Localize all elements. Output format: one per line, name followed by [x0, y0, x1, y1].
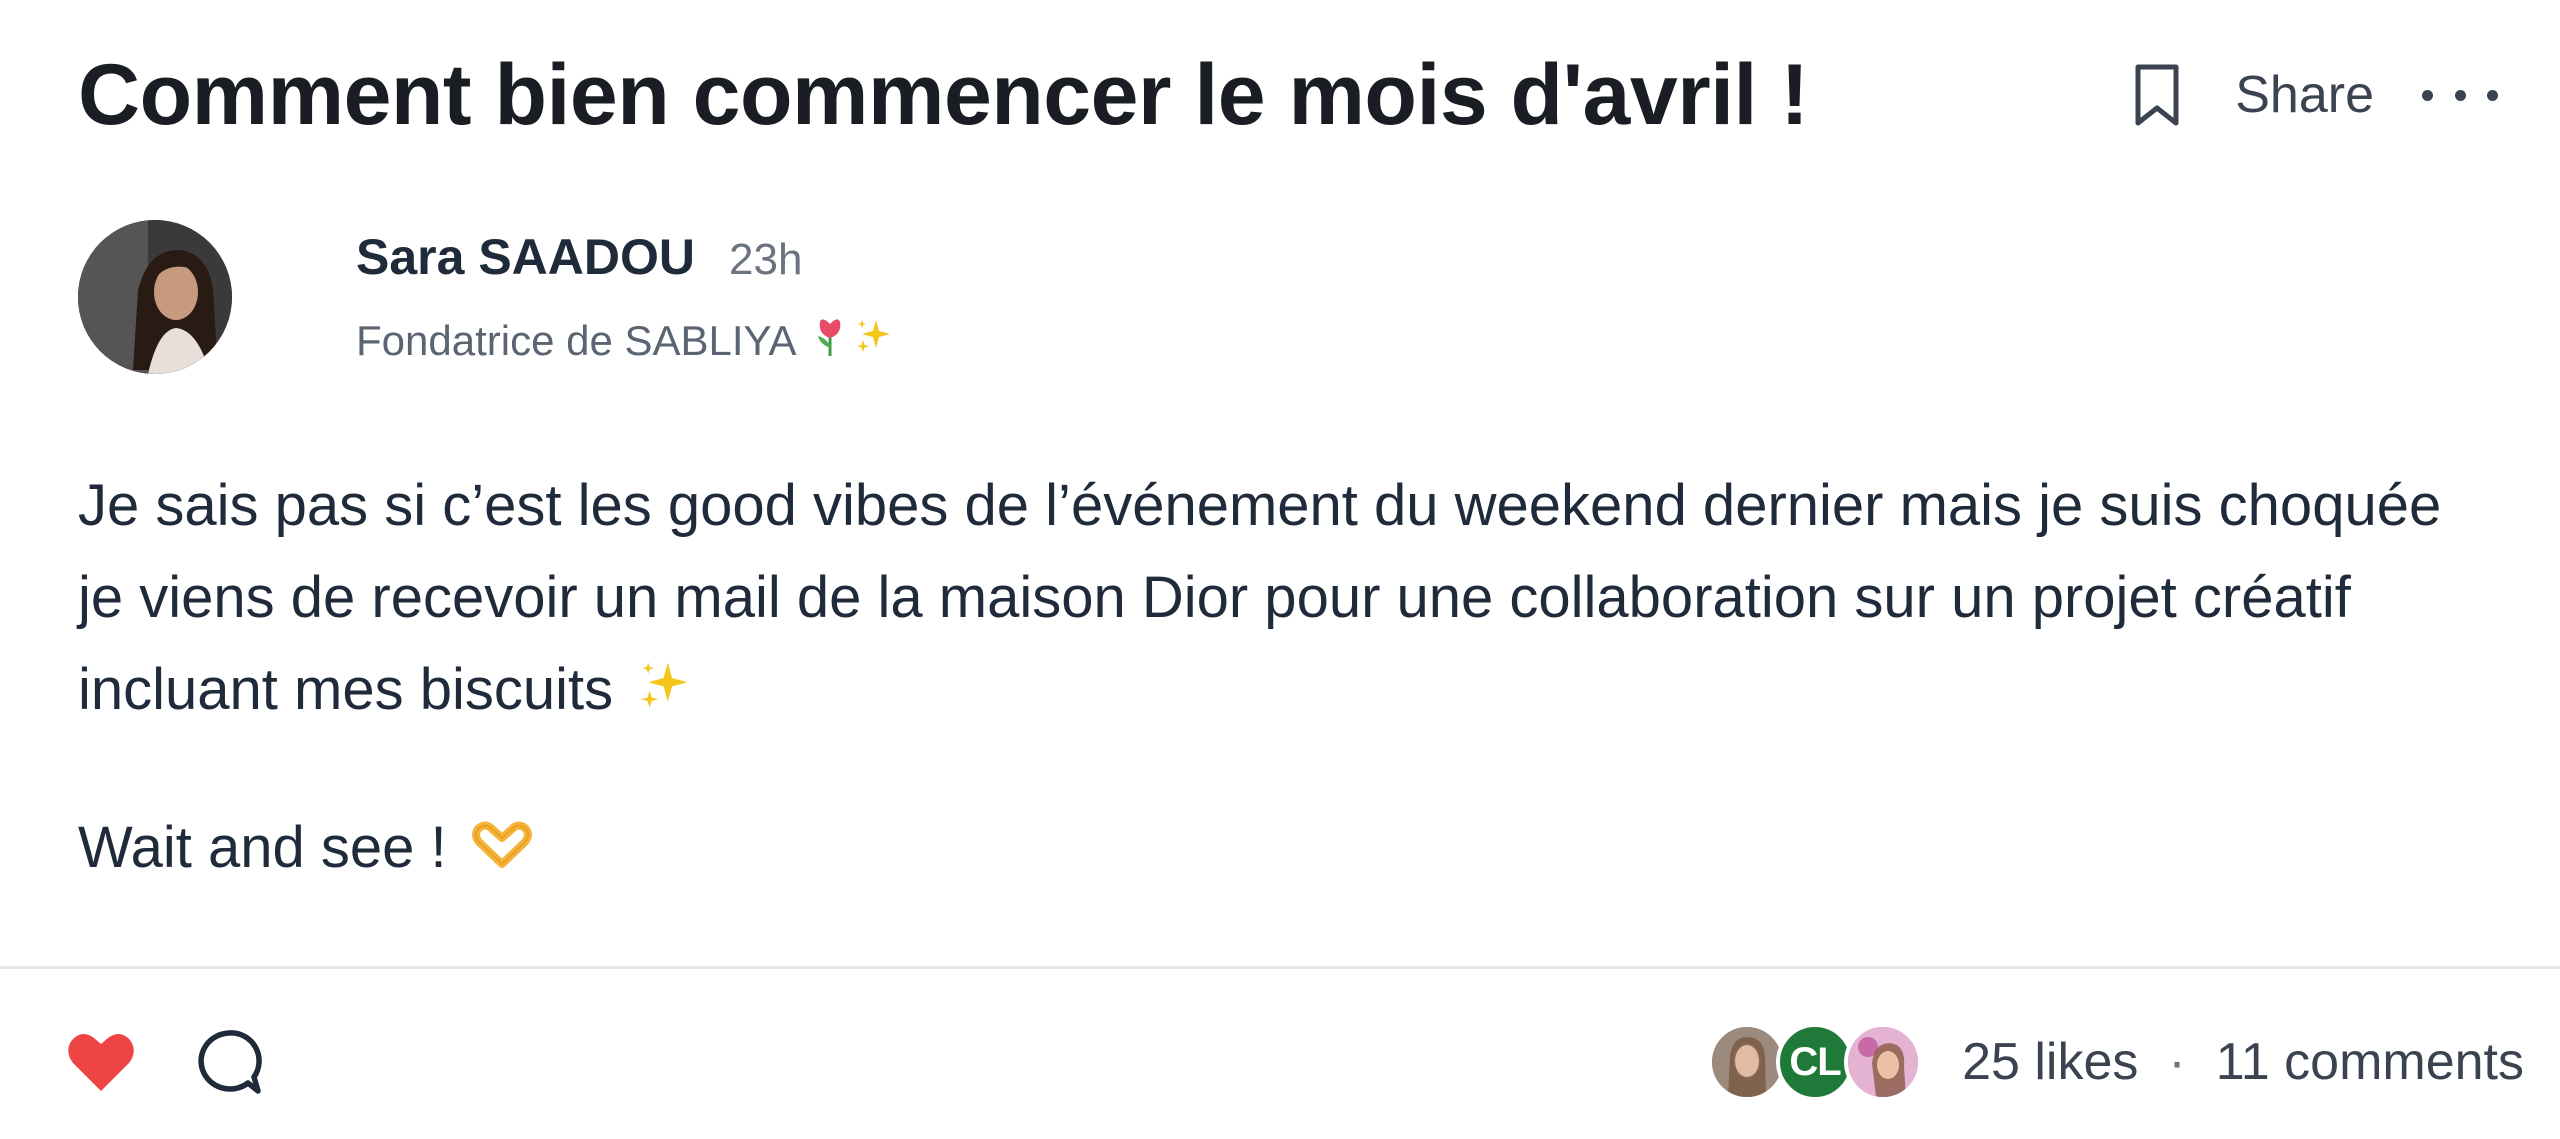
author-block: Sara SAADOU 23h Fondatrice de SABLIYA [78, 220, 894, 380]
more-options-button[interactable] [2422, 75, 2498, 115]
engagement-counts: 25 likes · 11 comments [1962, 1032, 2524, 1092]
more-dot [2487, 89, 2498, 101]
post-paragraph-text: Wait and see ! [78, 814, 447, 880]
comments-count[interactable]: 11 comments [2216, 1032, 2524, 1092]
author-avatar[interactable] [78, 220, 232, 374]
post-body: Je sais pas si c’est les good vibes de l… [78, 460, 2498, 897]
author-name[interactable]: Sara SAADOU [356, 228, 695, 286]
tulip-icon [810, 314, 850, 368]
more-dot [2454, 89, 2466, 101]
engagement-summary: CL 25 likes · 11 comments [1708, 1023, 2524, 1101]
heart-hands-icon [471, 805, 533, 897]
liker-avatars[interactable]: CL [1708, 1023, 1923, 1101]
author-role: Fondatrice de SABLIYA [356, 314, 894, 368]
liker-avatar: CL [1776, 1023, 1855, 1101]
likes-count[interactable]: 25 likes [1962, 1032, 2138, 1092]
liker-initials: CL [1789, 1039, 1841, 1084]
post-title: Comment bien commencer le mois d'avril ! [78, 46, 1809, 143]
header-actions: Share [2127, 60, 2498, 130]
footer-divider [0, 966, 2560, 969]
post-paragraph-text: Je sais pas si c’est les good vibes de l… [78, 473, 2442, 722]
sparkles-icon [854, 316, 894, 366]
author-name-line: Sara SAADOU 23h [356, 228, 894, 286]
like-button[interactable] [64, 1027, 138, 1097]
bookmark-icon [2135, 64, 2179, 126]
sparkles-icon [637, 648, 693, 740]
post-card: Comment bien commencer le mois d'avril !… [0, 0, 2560, 1139]
heart-icon [68, 1033, 134, 1091]
liker-avatar [1844, 1023, 1923, 1101]
more-dot [2422, 89, 2433, 101]
share-button[interactable]: Share [2235, 65, 2374, 125]
avatar-photo [78, 220, 232, 374]
post-paragraph: Wait and see ! [78, 802, 2498, 898]
footer-actions [64, 1027, 266, 1097]
liker-avatar [1708, 1023, 1787, 1101]
post-footer: CL 25 likes · 11 comments [64, 1020, 2524, 1104]
post-paragraph: Je sais pas si c’est les good vibes de l… [78, 460, 2498, 740]
count-separator: · [2168, 1033, 2186, 1091]
post-header: Comment bien commencer le mois d'avril !… [78, 40, 2498, 150]
author-role-text: Fondatrice de SABLIYA [356, 317, 797, 364]
comment-bubble-icon [198, 1030, 262, 1094]
post-timestamp: 23h [729, 235, 803, 284]
bookmark-button[interactable] [2127, 60, 2187, 130]
comment-button[interactable] [192, 1027, 266, 1097]
author-meta: Sara SAADOU 23h Fondatrice de SABLIYA [356, 220, 894, 368]
